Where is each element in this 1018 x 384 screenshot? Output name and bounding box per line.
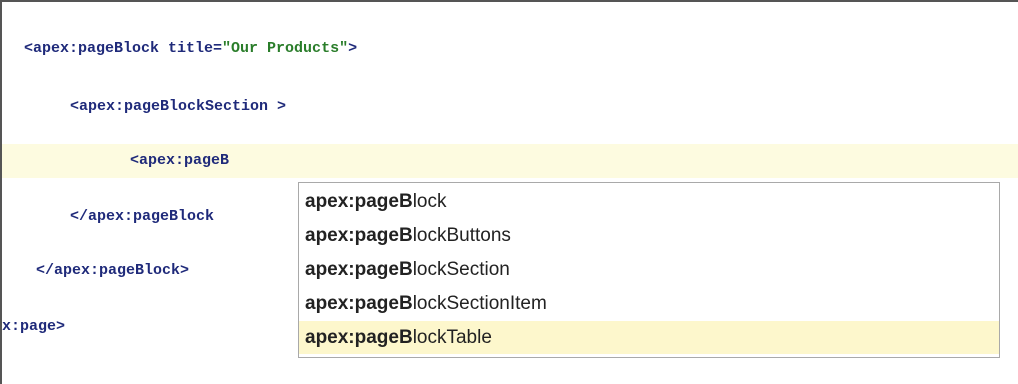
code-line-5[interactable]: </apex:pageBlock>: [36, 254, 189, 288]
code-line-1[interactable]: <apex:pageBlock title="Our Products">: [24, 32, 357, 66]
code-line-4[interactable]: </apex:pageBlock: [70, 200, 214, 234]
autocomplete-item-selected[interactable]: apex:pageBlockTable: [299, 321, 999, 354]
code-line-4-text: </apex:pageBlock: [70, 208, 215, 225]
code-line-3-text: <apex:pageB: [130, 152, 230, 169]
autocomplete-item-match: apex:pageB: [305, 225, 413, 246]
code-line-6[interactable]: x:page>: [2, 310, 65, 344]
autocomplete-item-match: apex:pageB: [305, 327, 413, 348]
autocomplete-item-match: apex:pageB: [305, 259, 413, 280]
autocomplete-item[interactable]: apex:pageBlockButtons: [299, 219, 999, 252]
code-line-2-text: <apex:pageBlockSection >: [70, 98, 287, 115]
code-line-3-active[interactable]: <apex:pageB: [2, 144, 1018, 178]
code-line-1-close: >: [348, 40, 358, 57]
autocomplete-item-match: apex:pageB: [305, 293, 413, 314]
autocomplete-item-rest: lockSectionItem: [412, 293, 547, 314]
code-line-1-string: "Our Products": [222, 40, 349, 57]
autocomplete-item-match: apex:pageB: [305, 191, 413, 212]
code-line-6-text: x:page>: [2, 318, 66, 335]
autocomplete-item[interactable]: apex:pageBlockSectionItem: [299, 287, 999, 320]
code-line-5-text: </apex:pageBlock>: [36, 262, 190, 279]
autocomplete-item-rest: lockTable: [412, 327, 492, 348]
code-line-2[interactable]: <apex:pageBlockSection >: [70, 90, 286, 124]
autocomplete-item-rest: lockButtons: [412, 225, 511, 246]
autocomplete-popup[interactable]: apex:pageBlock apex:pageBlockButtons ape…: [298, 182, 1000, 358]
autocomplete-item-rest: lock: [412, 191, 447, 212]
code-line-1-tag: <apex:pageBlock title=: [24, 40, 223, 57]
autocomplete-item-rest: lockSection: [412, 259, 510, 280]
autocomplete-item[interactable]: apex:pageBlockSection: [299, 253, 999, 286]
code-editor[interactable]: <apex:pageBlock title="Our Products"> <a…: [0, 0, 1018, 384]
autocomplete-item[interactable]: apex:pageBlock: [299, 185, 999, 218]
